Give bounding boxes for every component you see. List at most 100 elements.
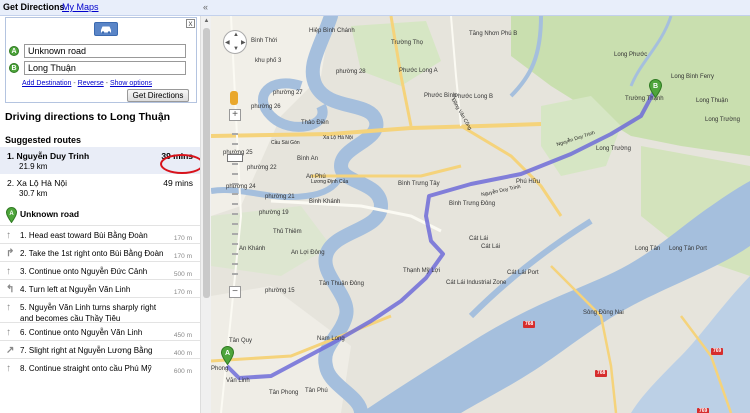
map-label: Tân Quy — [229, 338, 253, 344]
show-options-link[interactable]: Show options — [110, 80, 152, 87]
reverse-link[interactable]: Reverse — [78, 80, 104, 87]
road-label: Lương Định Của — [311, 179, 349, 185]
step-distance: 500 m — [173, 271, 192, 278]
step-text: 8. Continue straight onto cầu Phú Mỹ — [20, 364, 152, 373]
direction-step[interactable]: ↗ 7. Slight right at Nguyễn Lương Bằng 400… — [0, 340, 200, 358]
direction-step[interactable]: ↑ 1. Head east toward Bùi Bằng Đoàn 170 m — [0, 225, 200, 243]
map-label: Trường Thọ — [391, 40, 423, 46]
turn-right-icon: ↱ — [6, 248, 15, 259]
close-icon[interactable]: x — [186, 19, 195, 28]
map-label: Thủ Thiêm — [273, 229, 302, 235]
map-marker-b-icon[interactable]: B — [649, 79, 662, 98]
zoom-out-button[interactable]: − — [229, 286, 241, 298]
svg-text:A: A — [9, 211, 14, 217]
zoom-in-button[interactable]: + — [229, 109, 241, 121]
tab-my-maps[interactable]: My Maps — [62, 2, 99, 12]
map-label: Long Bình Ferry — [671, 74, 715, 80]
street-view-pegman-icon[interactable] — [230, 91, 238, 105]
map-label: Cát Lái Port — [507, 270, 539, 276]
step-distance: 450 m — [173, 332, 192, 339]
map-label: Bình Trưng Tây — [398, 181, 440, 187]
map-label: Phước Long A — [399, 68, 438, 74]
map-label: khu phố 3 — [255, 58, 282, 64]
map-label: Long Phước — [614, 52, 648, 58]
pan-right-icon[interactable]: ▶ — [241, 39, 246, 46]
scroll-thumb[interactable] — [203, 28, 210, 298]
map-base — [211, 16, 750, 413]
pan-control[interactable]: ▲ ▼ ◀ ▶ — [223, 30, 247, 54]
highlight-circle — [160, 154, 204, 174]
step-distance: 170 m — [173, 289, 192, 296]
get-directions-button[interactable]: Get Directions — [127, 89, 189, 102]
marker-b-icon: B — [9, 63, 19, 73]
collapse-panel-icon[interactable]: « — [203, 2, 208, 12]
map-label: Sông Đồng Nai — [583, 310, 624, 316]
map-label: Hiệp Bình Chánh — [309, 28, 355, 34]
tab-get-directions[interactable]: Get Directions — [3, 2, 65, 12]
map-label: Phong — [211, 366, 229, 372]
straight-arrow-icon: ↑ — [6, 327, 11, 338]
map-label: phường 24 — [226, 184, 256, 190]
panel-scrollbar[interactable]: ▲ — [200, 16, 211, 413]
map-label: Bình An — [297, 156, 319, 162]
origin-row: A — [9, 44, 187, 58]
route-name: 2. Xa Lộ Hà Nội — [7, 178, 68, 188]
map-label: phường 22 — [247, 165, 277, 171]
direction-step[interactable]: ↰ 4. Turn left at Nguyễn Văn Linh 170 m — [0, 279, 200, 297]
straight-arrow-icon: ↑ — [6, 363, 11, 374]
direction-step[interactable]: ↑ 3. Continue onto Nguyễn Đức Cảnh 500 m — [0, 261, 200, 279]
turn-left-icon: ↰ — [6, 284, 15, 295]
map-marker-a-icon[interactable]: A — [221, 346, 234, 365]
map-label: Long Thuận — [696, 98, 728, 104]
map-label: phường 27 — [273, 90, 303, 96]
map-label: Bình Khánh — [309, 199, 341, 205]
map-label: Tân Phong — [269, 390, 299, 396]
map-label: Nam Long — [317, 336, 345, 342]
map-label: Long Tân — [635, 246, 661, 252]
route-distance: 21.9 km — [19, 162, 48, 171]
directions-title: Driving directions to Long Thuận — [5, 111, 171, 123]
map-label: Thạnh Mỹ Lợi — [403, 268, 440, 274]
map-label: Văn Linh — [226, 378, 250, 384]
route-distance: 30.7 km — [19, 189, 48, 198]
pan-down-icon[interactable]: ▼ — [233, 46, 239, 52]
map-label: phường 28 — [336, 69, 366, 75]
step-text: 4. Turn left at Nguyễn Văn Linh — [20, 285, 131, 294]
route-time: 49 mins — [163, 178, 193, 188]
pan-up-icon[interactable]: ▲ — [233, 32, 239, 38]
step-distance: 170 m — [173, 253, 192, 260]
road-label: Xa Lộ Hà Nội — [323, 135, 353, 141]
highway-shield: 768 — [523, 321, 536, 328]
route-option-2[interactable]: 2. Xa Lộ Hà Nội 30.7 km 49 mins — [0, 174, 200, 201]
start-location-label: Unknown road — [20, 209, 80, 219]
driving-mode-button[interactable] — [94, 22, 118, 36]
svg-text:B: B — [653, 83, 658, 90]
step-text: 2. Take the 1st right onto Bùi Bằng Đoàn — [20, 249, 164, 258]
map-canvas[interactable]: Hiệp Bình Chánh Bình Thới khu phố 3 phườ… — [211, 16, 750, 413]
map-label: Bình Thới — [251, 38, 278, 44]
direction-step[interactable]: ↱ 2. Take the 1st right onto Bùi Bằng Đoà… — [0, 243, 200, 261]
marker-a-icon: A — [9, 46, 19, 56]
slight-right-icon: ↗ — [6, 345, 15, 356]
direction-step[interactable]: ↑ 8. Continue straight onto cầu Phú Mỹ 600… — [0, 358, 200, 376]
step-text: 5. Nguyễn Văn Linh turns sharply right a… — [20, 303, 157, 323]
destination-input[interactable] — [24, 61, 186, 75]
map-label: Cát Lái — [469, 236, 489, 242]
zoom-slider-thumb[interactable] — [227, 154, 243, 162]
svg-text:A: A — [225, 350, 230, 357]
highway-shield: 769 — [711, 348, 724, 355]
zoom-slider[interactable] — [232, 123, 238, 283]
car-icon — [101, 26, 111, 34]
pan-left-icon[interactable]: ◀ — [225, 39, 230, 46]
map-label: Long Tân Port — [669, 246, 707, 252]
direction-step[interactable]: ↑ 5. Nguyễn Văn Linh turns sharply right … — [0, 297, 200, 323]
origin-input[interactable] — [24, 44, 186, 58]
maps-app: Get Directions My Maps « x A B — [0, 0, 750, 413]
map-label: Cát Lái — [481, 244, 501, 250]
add-destination-link[interactable]: Add Destination — [22, 80, 71, 87]
map-label: phường 21 — [265, 194, 295, 200]
direction-step[interactable]: ↑ 6. Continue onto Nguyễn Văn Linh 450 m — [0, 322, 200, 340]
map-label: Tân Phú — [305, 388, 328, 394]
straight-arrow-icon: ↑ — [6, 230, 11, 241]
step-text: 7. Slight right at Nguyễn Lương Bằng — [20, 346, 153, 355]
